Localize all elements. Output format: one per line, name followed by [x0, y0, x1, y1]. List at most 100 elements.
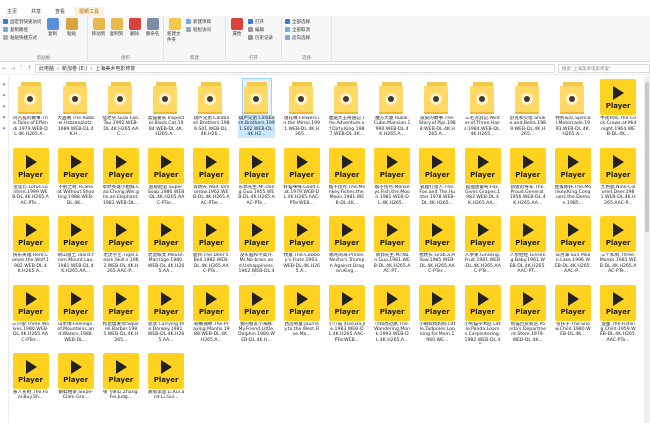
delete-button[interactable]: 删除 — [127, 18, 142, 60]
open-button[interactable]: 打开 — [248, 18, 273, 25]
edit-button[interactable]: 编辑 — [248, 26, 273, 33]
pin-icon[interactable]: ✦ — [2, 115, 7, 121]
new-item-button[interactable]: 新建项目 — [186, 18, 211, 25]
video-file-item[interactable]: Player 松鼠理发师.Squirrel.Barber.1985.WEB-DL.… — [102, 284, 139, 344]
player-icon: Player — [509, 216, 546, 252]
video-file-item[interactable]: Player 骄傲的将军.The.Proud.General.1956.WEB-D… — [509, 147, 546, 207]
pin-icon[interactable]: ✦ — [2, 104, 7, 110]
video-file-item[interactable]: Player 真假李逵.Li.Kui.and.Li.Gui... — [148, 353, 185, 401]
video-file-item[interactable]: Player 快乐英雄.Here.Comes.the.Wolf.1982.WEB-… — [12, 216, 49, 275]
tab-1[interactable]: 共享 — [26, 7, 46, 16]
copy-to-button[interactable]: 复制到 — [109, 18, 124, 60]
video-file-item[interactable]: Player 没头脑和不高兴.Mr.No-brain.and.Unhappines… — [238, 216, 275, 275]
video-file-item[interactable]: Player 鹿铃.The.Deer's.Bell.1982.WEB-DL.4K.… — [193, 216, 230, 275]
video-file-item[interactable]: Player 愚人买鞋.The.Fool.Buy.Sh... — [12, 353, 49, 401]
video-file-item[interactable]: Player 渔童.The.Fishing.Child.1959.WEB-DL.4… — [600, 284, 637, 344]
video-file-item[interactable]: Player 牧童.The.Cowboy's.Flute.1963.WEB-DL.… — [283, 216, 320, 275]
video-file-item[interactable]: Player 雪孩子.The.Snow.Child.1980.WEB-DL.4K.… — [554, 284, 591, 338]
folder-item[interactable]: 舒克和贝塔.Shuke.and.Beita.1989.WEB-DL.4K.H26… — [509, 79, 546, 138]
video-file-item[interactable]: Player 猴子捞月.The.Monkey.Fishes.the.Moon.19… — [328, 147, 365, 207]
video-file-item[interactable]: Player 日月潭.Sun.Moon.Lake.1996.WEB-DL.4K.H… — [554, 216, 591, 275]
folder-item[interactable]: 葫芦兄弟.Calabash.Brothers.1986.S01.WEB-DL.4… — [193, 79, 230, 138]
video-file-item[interactable]: Player 熊猫百货商店.Panda's.Department.Store.19… — [509, 284, 546, 344]
video-file-item[interactable]: Player 半夜鸡叫.The.Cock.Crows.at.Midnight.19… — [600, 79, 637, 138]
video-file-item[interactable]: Player 草原英雄小姐妹.Cao.Chong.Wei.ghs.an.Eleph… — [102, 147, 139, 207]
video-file-item[interactable]: Player 东郭先生.Mr.Dong.Guo.1955.WEB-DL.4K.H2… — [238, 147, 275, 207]
video-file-item[interactable]: Player 不射之射.To.Shoot.Without.Shooting.198… — [57, 147, 94, 207]
video-file-item[interactable]: Player 狐狸打猎人.The.Fox.and.The.Hunter.1978.… — [419, 147, 456, 207]
video-file-item[interactable]: Player 鹬蚌相争.Snipe-Clam.Gra... — [57, 353, 94, 401]
vertical-scrollbar[interactable] — [644, 76, 650, 423]
select-none-button[interactable]: 全部取消 — [285, 26, 310, 33]
tab-3[interactable]: 视频工具 — [74, 6, 105, 16]
video-file-item[interactable]: Player 超级肥皂.Super.Soap.1986.WEB-DL.4K.H26… — [148, 147, 185, 207]
breadcrumb-item[interactable]: 上海美术电影修复 — [95, 65, 135, 72]
video-file-item[interactable]: Player 抢枕头.Grab.a.Pillow.1985.WEB-DL.4K.H… — [419, 216, 456, 275]
video-file-item[interactable]: Player 等明天.Wait.Tomorrow.1962.WEB-DL.4K.H… — [193, 147, 230, 207]
folder-item[interactable]: 皮皮的故事.The.Story.of.Pipi.1988.WEB-DL.4K.H… — [419, 79, 456, 138]
folder-item[interactable]: 葫芦兄弟.Calabash.Brothers.1991.S02.WEB-DL.4… — [238, 78, 275, 138]
properties-button[interactable]: 属性 — [229, 18, 245, 60]
paste-button[interactable]: 粘贴 — [64, 18, 80, 60]
tab-0[interactable]: 主页 — [2, 7, 22, 16]
rename-button[interactable]: 重命名 — [145, 18, 160, 60]
pin-icon[interactable]: ✦ — [2, 93, 7, 99]
video-file-item[interactable]: Player 哪吒闹海.Prince.Nezha's.Triumph.Agains… — [328, 216, 365, 275]
video-file-item[interactable]: Player 人参娃娃.Ginseng.Baby.1961.WEB-DL.4K.H… — [509, 216, 546, 275]
video-file-item[interactable]: Player 宝莲灯.Lotus.Lantern.1999.WEB-DL.4K.H… — [12, 147, 49, 207]
forward-arrow-icon[interactable]: → — [10, 65, 15, 72]
folder-item[interactable]: 三毛流浪记.Winter.of.Three.Hairs.1984.WEB-DL.… — [464, 79, 501, 138]
folder-item[interactable]: 黑猫警长.Inspector.Black.Cat.1984.WEB-DL.4K.… — [148, 79, 185, 138]
video-file-item[interactable]: Player 九色鹿.Nine-Colored.Deer.1981.WEB-DL.… — [600, 147, 637, 207]
video-file-item[interactable]: Player 西岳奇童.Journey.to.the.West.Five.Ma..… — [283, 284, 320, 338]
video-file-item[interactable]: Player 张飞审瓜.Zhang.Fei.Judg... — [102, 353, 139, 401]
video-file-item[interactable]: Player 老鼠嫁女.Mouse.Marriage.1980.WEB-DL.4K… — [148, 216, 185, 275]
invert-selection-button[interactable]: 反向选择 — [285, 34, 310, 41]
folder-item[interactable]: 镜花缘.Flowers.in.the.Mirror.1991.WEB-DL.4K… — [283, 79, 320, 138]
video-file-item[interactable]: Player 小和尚过路.The.Wandering.Monk.1993.WEB-… — [374, 284, 411, 344]
move-to-button[interactable]: 移动到 — [91, 18, 106, 60]
pin-quick-access-button[interactable]: 固定到快速访问 — [3, 18, 42, 25]
pin-icon[interactable]: ✦ — [2, 126, 7, 132]
easy-access-button[interactable]: 轻松访问 — [186, 26, 211, 33]
video-file-item[interactable]: Player 好猫咪咪.Good.Cat.1979.WEB-DL.4K.H265.… — [283, 147, 320, 207]
video-file-item[interactable]: Player 狐狸送葡萄.Fox.Gives.Grapes.1983.WEB-DL… — [464, 147, 501, 207]
video-file-item[interactable]: Player 我的朋友小海豚.My.Friend.Little.Dolphin.1… — [238, 284, 275, 344]
video-file-item[interactable]: Player 南郭先生.Mr.Nan.Guo.1981.WEB-DL.4K.H26… — [374, 216, 411, 275]
address-bar[interactable]: 此电脑 › 新加卷 (E:) › 上海美术电影修复 — [35, 64, 555, 73]
folder-item[interactable]: 魔方大厦.Rubik.Cube.Mansion.1990.WEB-DL.4K.H… — [374, 79, 411, 138]
video-file-item[interactable]: Player 崂山道士.Taoist.from.Mount.Lao.1981.WE… — [57, 216, 94, 275]
video-file-item[interactable]: Player 小蝌蚪找妈妈.Little.Tadpoles.Looking.for… — [419, 284, 456, 344]
folder-item[interactable]: 大盗贼.The.Robber.Hotzenplotz.1989.WEB-DL.4… — [57, 79, 94, 138]
folder-item[interactable]: 怪老头.Guai.Lao.Tou.1992.WEB-DL.4K.H265.AAC… — [102, 79, 139, 138]
video-file-item[interactable]: Player 小八戒.Xiao.Ba.Jie.1983.WEB-DL.4K.H26… — [328, 284, 365, 344]
video-file-item[interactable]: Player 人参果.Ginseng.Fruit.1981.WEB-DL.4K.H… — [464, 216, 501, 275]
breadcrumb-item[interactable]: 此电脑 — [39, 65, 54, 72]
video-file-item[interactable]: Player 小熊猫学木匠.Little.Panda.Learns.Carpent… — [464, 284, 501, 344]
video-file-item[interactable]: Player 山水情.Feelings.of.Mountains.and.Wate… — [57, 284, 94, 344]
video-file-item[interactable]: Player 老虎学艺.Tiger.Learn.Skill.s.1962.WEB-… — [102, 216, 139, 275]
folder-item[interactable]: 邋遢大王奇遇记.The.Adventure.of.Dirty.King.1987… — [328, 79, 365, 138]
pin-icon[interactable]: ✦ — [2, 82, 7, 88]
video-file-item[interactable]: Player 螳螂捕蝉.The.Praying.Mantis.1988.WEB-D… — [193, 284, 230, 344]
paste-shortcut-button[interactable]: 粘贴快捷方式 — [3, 34, 42, 41]
video-file-item[interactable]: Player 金猴降妖.The.Monkey.King.Conquers.the.… — [554, 147, 591, 207]
history-button[interactable]: 历史记录 — [248, 34, 273, 41]
search-input[interactable]: 搜索"上海美术电影修复" — [558, 64, 650, 73]
select-all-button[interactable]: 全部选择 — [285, 18, 310, 25]
recent-chevron-icon[interactable]: ˅ — [19, 65, 24, 72]
video-file-item[interactable]: Player 驮驮.Carrying.the.Donkey.1981.WEB-DL… — [148, 284, 185, 344]
scrollbar-thumb[interactable] — [645, 82, 649, 232]
tab-2[interactable]: 查看 — [50, 7, 70, 16]
video-file-item[interactable]: Player 三个和尚.Three.Monks.1981.WEB-DL.4K.H2… — [600, 216, 637, 275]
folder-item[interactable]: 阿凡提的故事.The.Tales.of.Effendi.1979.WEB-DL.… — [12, 79, 49, 138]
back-arrow-icon[interactable]: ← — [2, 65, 7, 72]
video-file-item[interactable]: Player 三只狼.Three.Wolves.1980.WEB-DL.4K.H2… — [12, 284, 49, 344]
up-arrow-icon[interactable]: ↑ — [27, 65, 32, 72]
folder-item[interactable]: 特别车队.Special.Motorcade.1993.WEB-DL.4K.H2… — [554, 79, 591, 138]
video-file-item[interactable]: Player 猴子捞月.Monkeys.Fish.the.Moon.1981.WE… — [374, 147, 411, 207]
copy-button[interactable]: 复制 — [45, 18, 61, 60]
new-folder-button[interactable]: 新建文件夹 — [167, 18, 183, 60]
breadcrumb-item[interactable]: 新加卷 (E:) — [62, 65, 87, 72]
copy-path-button[interactable]: 复制路径 — [3, 26, 42, 33]
